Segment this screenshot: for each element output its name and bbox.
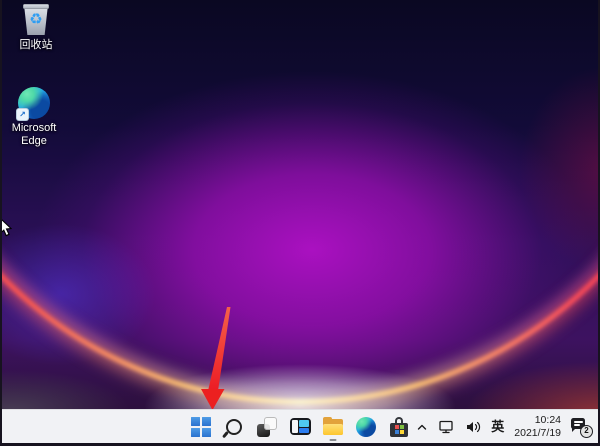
store-button[interactable] bbox=[386, 410, 412, 443]
edge-label: Microsoft Edge bbox=[1, 122, 67, 148]
taskbar-center-group bbox=[188, 410, 412, 443]
recycle-bin-icon: ♻ bbox=[19, 2, 53, 36]
widgets-icon bbox=[290, 418, 311, 435]
windows-11-desktop: ♻ 回收站 ↗ Microsoft Edge bbox=[0, 0, 600, 446]
notification-icon: 2 bbox=[571, 416, 593, 438]
ime-indicator[interactable]: 英 bbox=[489, 410, 506, 443]
edge-taskbar-button[interactable] bbox=[353, 410, 379, 443]
search-icon bbox=[226, 419, 242, 435]
desktop-icon-recycle-bin[interactable]: ♻ 回收站 bbox=[0, 2, 72, 52]
volume-icon bbox=[465, 419, 482, 435]
date-text: 2021/7/19 bbox=[514, 427, 561, 440]
chevron-up-icon bbox=[415, 420, 429, 434]
recycle-bin-label: 回收站 bbox=[20, 39, 53, 52]
shortcut-arrow-icon: ↗ bbox=[17, 109, 28, 120]
network-button[interactable] bbox=[436, 410, 458, 443]
network-icon bbox=[438, 419, 456, 435]
windows-logo-icon bbox=[191, 417, 211, 437]
running-indicator bbox=[330, 439, 337, 442]
desktop-wallpaper bbox=[0, 0, 600, 446]
taskbar: 英 10:24 2021/7/19 2 bbox=[0, 409, 600, 443]
task-view-button[interactable] bbox=[254, 410, 280, 443]
clock[interactable]: 10:24 2021/7/19 bbox=[511, 414, 564, 440]
start-button[interactable] bbox=[188, 410, 214, 443]
file-explorer-button[interactable] bbox=[320, 410, 346, 443]
widgets-button[interactable] bbox=[287, 410, 313, 443]
folder-icon bbox=[323, 419, 343, 435]
task-view-icon bbox=[257, 417, 277, 437]
store-icon bbox=[389, 417, 409, 437]
volume-button[interactable] bbox=[463, 410, 484, 443]
tray-overflow-button[interactable] bbox=[413, 410, 431, 443]
system-tray: 英 10:24 2021/7/19 2 bbox=[413, 410, 595, 443]
edge-icon bbox=[356, 417, 376, 437]
edge-icon: ↗ bbox=[18, 87, 50, 119]
desktop-icon-microsoft-edge[interactable]: ↗ Microsoft Edge bbox=[0, 87, 70, 148]
search-button[interactable] bbox=[221, 410, 247, 443]
notification-badge: 2 bbox=[580, 425, 593, 438]
notification-button[interactable]: 2 bbox=[569, 410, 595, 443]
time-text: 10:24 bbox=[535, 414, 561, 427]
